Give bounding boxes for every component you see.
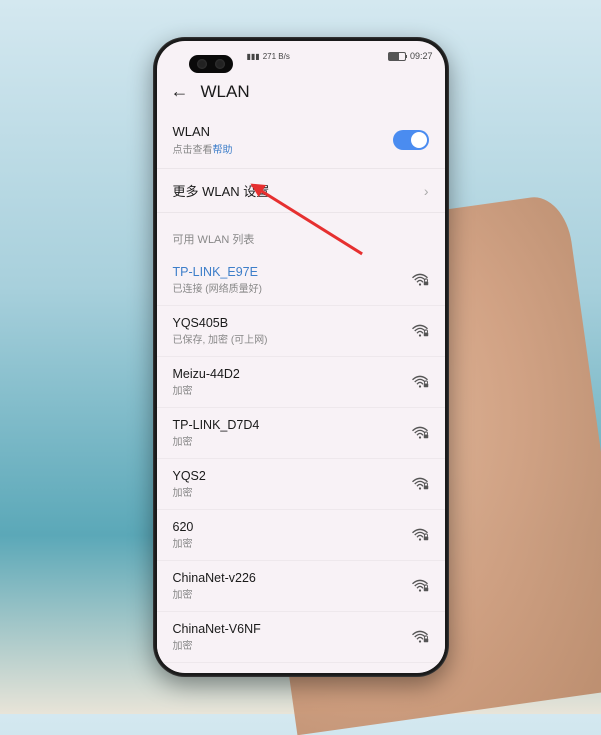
network-list: TP-LINK_E97E 已连接 (网络质量好) YQS405B 已保存, 加密… xyxy=(157,255,445,672)
wlan-toggle-row[interactable]: WLAN 点击查看帮助 xyxy=(157,112,445,169)
network-name: TP-LINK_D7D4 xyxy=(173,418,411,432)
wifi-icon xyxy=(411,630,429,644)
battery-icon xyxy=(388,52,406,61)
network-row[interactable]: YQS405B 已保存, 加密 (可上网) xyxy=(157,306,445,357)
network-name: TP-LINK_E97E xyxy=(173,265,411,279)
network-status: 加密 xyxy=(173,535,411,550)
more-settings-label: 更多 WLAN 设置 xyxy=(173,181,270,200)
network-status: 加密 xyxy=(173,484,411,499)
network-row[interactable]: YQS605 加密 xyxy=(157,663,445,672)
wifi-icon xyxy=(411,426,429,440)
help-link[interactable]: 帮助 xyxy=(213,145,233,156)
front-camera xyxy=(215,59,225,69)
network-row[interactable]: TP-LINK_E97E 已连接 (网络质量好) xyxy=(157,255,445,306)
back-button[interactable]: ← xyxy=(171,81,189,102)
front-camera xyxy=(197,59,207,69)
network-name: Meizu-44D2 xyxy=(173,367,411,381)
network-status: 已连接 (网络质量好) xyxy=(173,280,411,295)
wifi-icon xyxy=(411,324,429,338)
network-row[interactable]: 620 加密 xyxy=(157,510,445,561)
network-status: 已保存, 加密 (可上网) xyxy=(173,331,411,346)
phone-frame: ▮▮▮ 271 B/s 09:27 ← WLAN WLAN 点击查看帮助 xyxy=(153,37,449,677)
network-name: YQS405B xyxy=(173,316,411,330)
network-row[interactable]: ChinaNet-v226 加密 xyxy=(157,561,445,612)
network-status: 加密 xyxy=(173,586,411,601)
networks-section-label: 可用 WLAN 列表 xyxy=(157,213,445,255)
network-name: ChinaNet-v226 xyxy=(173,571,411,585)
content-area: WLAN 点击查看帮助 更多 WLAN 设置 › 可用 WLAN 列表 TP-L… xyxy=(157,112,445,672)
more-settings-row[interactable]: 更多 WLAN 设置 › xyxy=(157,169,445,213)
wlan-label: WLAN xyxy=(173,124,393,139)
network-name: ChinaNet-V6NF xyxy=(173,622,411,636)
wifi-icon xyxy=(411,375,429,389)
network-status: 加密 xyxy=(173,433,411,448)
network-speed: 271 B/s xyxy=(263,52,290,61)
network-row[interactable]: ChinaNet-V6NF 加密 xyxy=(157,612,445,663)
network-status: 加密 xyxy=(173,637,411,652)
chevron-right-icon: › xyxy=(424,183,429,199)
network-row[interactable]: YQS2 加密 xyxy=(157,459,445,510)
wlan-toggle[interactable] xyxy=(393,130,429,150)
wifi-icon xyxy=(411,477,429,491)
phone-screen: ▮▮▮ 271 B/s 09:27 ← WLAN WLAN 点击查看帮助 xyxy=(157,41,445,673)
network-name: YQS2 xyxy=(173,469,411,483)
network-status: 加密 xyxy=(173,382,411,397)
page-title: WLAN xyxy=(201,82,250,102)
wifi-icon xyxy=(411,579,429,593)
camera-notch xyxy=(189,55,233,73)
page-header: ← WLAN xyxy=(157,71,445,112)
wlan-sub: 点击查看帮助 xyxy=(173,141,393,156)
clock: 09:27 xyxy=(410,51,433,61)
network-row[interactable]: Meizu-44D2 加密 xyxy=(157,357,445,408)
wifi-icon xyxy=(411,273,429,287)
signal-icon: ▮▮▮ xyxy=(247,52,260,61)
wifi-icon xyxy=(411,528,429,542)
network-name: 620 xyxy=(173,520,411,534)
network-row[interactable]: TP-LINK_D7D4 加密 xyxy=(157,408,445,459)
